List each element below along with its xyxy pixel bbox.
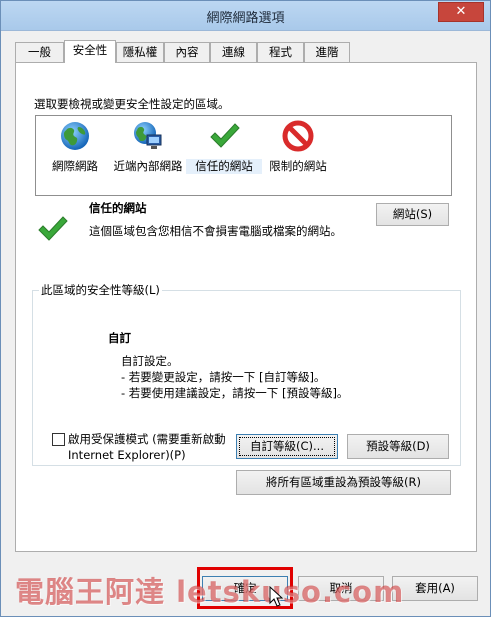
apply-button[interactable]: 套用(A)	[392, 576, 478, 601]
security-level-label: 此區域的安全性等級(L)	[39, 282, 162, 298]
zone-local-intranet[interactable]: 近端內部網路	[110, 120, 186, 174]
internet-options-window: 網際網路選項 ✕ 一般 安全性 隱私權 內容 連線 程式 進階 選取要檢視或變更…	[0, 0, 491, 617]
trusted-checkmark-icon	[38, 216, 68, 241]
close-button[interactable]: ✕	[438, 2, 484, 22]
tab-general[interactable]: 一般	[15, 42, 64, 62]
selected-zone-description: 這個區域包含您相信不會損害電腦或檔案的網站。	[89, 224, 342, 238]
zone-instruction: 選取要檢視或變更安全性設定的區域。	[34, 97, 230, 111]
restricted-icon	[282, 120, 314, 152]
zone-label: 網際網路	[52, 159, 98, 173]
tab-connections[interactable]: 連線	[210, 42, 257, 62]
protected-mode-label-line-1: 啟用受保護模式 (需要重新啟動	[68, 432, 226, 446]
security-level-group: 此區域的安全性等級(L) 自訂 自訂設定。 - 若要變更設定，請按一下 [自訂等…	[32, 282, 461, 466]
tab-programs[interactable]: 程式	[257, 42, 304, 62]
selected-zone-title: 信任的網站	[89, 201, 147, 215]
tab-advanced[interactable]: 進階	[304, 42, 350, 62]
tab-security[interactable]: 安全性	[64, 40, 116, 63]
level-line-2: - 若要變更設定，請按一下 [自訂等級]。	[121, 370, 326, 384]
level-line-1: 自訂設定。	[121, 354, 179, 368]
level-title: 自訂	[108, 331, 131, 345]
protected-mode-label-line-2: Internet Explorer)(P)	[68, 448, 186, 462]
checkmark-icon	[210, 123, 240, 148]
title-bar[interactable]: 網際網路選項 ✕	[1, 1, 490, 31]
zone-label: 近端內部網路	[113, 159, 183, 173]
zone-list: 網際網路 近端內部網路 信任的網站 限制的網站	[35, 115, 452, 196]
watermark-text: 電腦王阿達 letskuso.com	[15, 575, 405, 609]
mouse-cursor-icon	[269, 586, 283, 607]
tab-content[interactable]: 內容	[164, 42, 210, 62]
reset-all-zones-button[interactable]: 將所有區域重設為預設等級(R)	[236, 470, 451, 495]
zone-label: 信任的網站	[186, 159, 262, 174]
protected-mode-label[interactable]: 啟用受保護模式 (需要重新啟動 Internet Explorer)(P)	[68, 431, 226, 463]
default-level-button[interactable]: 預設等級(D)	[347, 434, 449, 459]
zone-restricted-sites[interactable]: 限制的網站	[260, 120, 336, 174]
custom-level-button[interactable]: 自訂等級(C)...	[236, 434, 338, 459]
window-title: 網際網路選項	[206, 11, 285, 26]
tab-privacy[interactable]: 隱私權	[116, 42, 164, 62]
security-panel: 選取要檢視或變更安全性設定的區域。 網際網路 近端內部網路 信任的網站 限制的網…	[15, 62, 477, 552]
sites-button[interactable]: 網站(S)	[376, 203, 449, 226]
zone-label: 限制的網站	[269, 159, 327, 173]
zone-trusted-sites[interactable]: 信任的網站	[186, 120, 262, 174]
intranet-icon	[134, 122, 162, 149]
protected-mode-checkbox[interactable]	[52, 433, 65, 446]
level-line-3: - 若要使用建議設定，請按一下 [預設等級]。	[121, 386, 349, 400]
globe-icon	[61, 122, 89, 150]
zone-internet[interactable]: 網際網路	[37, 120, 113, 174]
